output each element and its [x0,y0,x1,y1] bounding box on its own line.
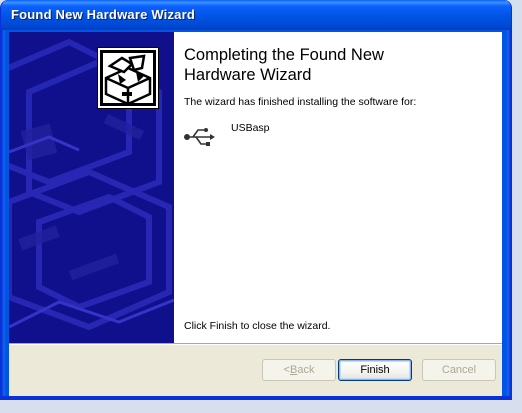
back-button-accelerator: B [289,364,298,376]
window-frame-right [507,30,511,399]
finished-message: The wizard has finished installing the s… [184,96,417,108]
wizard-side-banner [9,32,174,343]
device-name: USBasp [231,122,270,134]
back-button[interactable]: < Back [262,359,336,381]
usb-icon [183,126,215,148]
page-title-line-1: Completing the Found New [184,46,384,64]
dialog-client-area: Completing the Found New Hardware Wizard… [9,32,502,396]
back-button-label: ack [297,364,315,376]
button-area-separator [9,343,502,345]
cancel-button[interactable]: Cancel [422,359,496,381]
wizard-window: Found New Hardware Wizard Completing the… [0,0,512,400]
window-frame-left [1,30,5,399]
window-title: Found New Hardware Wizard [11,7,196,22]
wizard-content-panel: Completing the Found New Hardware Wizard… [174,32,502,343]
finish-button[interactable]: Finish [338,359,412,381]
window-frame-bottom [1,396,511,399]
title-bar[interactable]: Found New Hardware Wizard [1,0,511,30]
close-instruction: Click Finish to close the wizard. [184,320,331,332]
hardware-box-icon [97,47,159,109]
page-title-line-2: Hardware Wizard [184,66,312,84]
page-title: Completing the Found New Hardware Wizard [184,45,484,85]
